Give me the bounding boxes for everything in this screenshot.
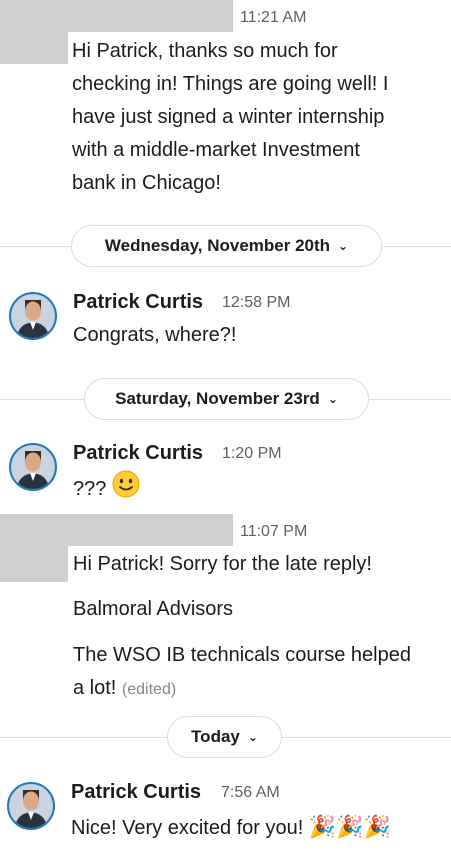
date-divider-button[interactable]: Wednesday, November 20th ⌄ (71, 225, 382, 267)
chevron-down-icon: ⌄ (338, 239, 349, 253)
message-text: ??? (73, 477, 107, 500)
party-popper-icon[interactable]: 🎉 (364, 814, 391, 839)
chevron-down-icon: ⌄ (327, 392, 338, 406)
message-timestamp[interactable]: 7:56 AM (221, 784, 280, 802)
message-text: a lot! (73, 677, 117, 699)
party-popper-icon[interactable]: 🎉 (336, 814, 363, 839)
message-timestamp[interactable]: 1:20 PM (222, 445, 282, 463)
avatar[interactable] (9, 292, 57, 340)
message-line: checking in! Things are going well! I (72, 73, 389, 95)
author-name[interactable]: Patrick Curtis (71, 781, 201, 804)
person-photo-icon (11, 294, 55, 338)
date-divider-button[interactable]: Today ⌄ (167, 716, 282, 758)
message-line: a lot! (edited) (73, 672, 448, 706)
message-body: Hi Patrick, thanks so much for checking … (72, 35, 447, 200)
redacted-sender-name (68, 0, 233, 32)
message-body: Nice! Very excited for you! 🎉🎉🎉 (71, 810, 391, 845)
avatar[interactable] (7, 782, 55, 830)
person-photo-icon (9, 784, 53, 828)
message-text: Congrats, where?! (73, 324, 237, 346)
date-divider-label: Today (191, 727, 240, 746)
message-line: The WSO IB technicals course helped (73, 644, 411, 666)
message-timestamp[interactable]: 11:07 PM (240, 523, 307, 541)
chevron-down-icon: ⌄ (247, 730, 258, 744)
message-line: Hi Patrick, thanks so much for (72, 40, 338, 62)
message-body: The WSO IB technicals course helped a lo… (73, 639, 448, 706)
message-line: have just signed a winter internship (72, 106, 385, 128)
date-divider-label: Saturday, November 23rd (115, 389, 320, 408)
message-body: ??? (73, 470, 140, 509)
message-timestamp[interactable]: 12:58 PM (222, 294, 290, 312)
date-divider-button[interactable]: Saturday, November 23rd ⌄ (84, 378, 369, 420)
message-line: with a middle-market Investment (72, 139, 360, 161)
message-line: bank in Chicago! (72, 172, 221, 194)
author-name[interactable]: Patrick Curtis (73, 291, 203, 314)
party-popper-icon[interactable]: 🎉 (309, 814, 336, 839)
message-text: Hi Patrick! Sorry for the late reply! (73, 553, 372, 575)
message-text: Balmoral Advisors (73, 598, 234, 620)
date-divider-label: Wednesday, November 20th (104, 236, 331, 255)
redacted-sender-name (68, 514, 233, 546)
edited-label: (edited) (121, 681, 177, 698)
person-photo-icon (11, 445, 55, 489)
message-text: Nice! Very excited for you! (71, 817, 304, 839)
message-timestamp[interactable]: 11:21 AM (240, 9, 306, 27)
redacted-avatar (0, 0, 68, 64)
redacted-avatar (0, 514, 68, 582)
avatar[interactable] (9, 443, 57, 491)
slightly-smiling-face-icon[interactable] (112, 470, 140, 509)
author-name[interactable]: Patrick Curtis (73, 442, 203, 465)
